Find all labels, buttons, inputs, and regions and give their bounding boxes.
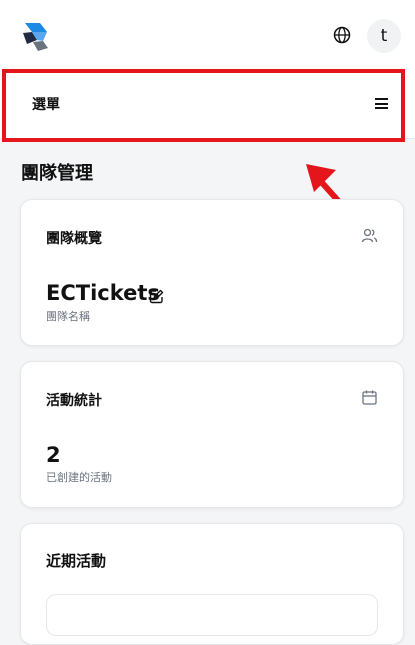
user-avatar[interactable]: t bbox=[367, 19, 401, 53]
page-title: 團隊管理 bbox=[21, 163, 93, 184]
activity-stats-title: 活動統計 bbox=[46, 393, 102, 409]
top-bar: t bbox=[0, 0, 415, 70]
edit-icon[interactable] bbox=[149, 289, 164, 304]
avatar-initial: t bbox=[380, 26, 388, 46]
team-name-label: 團隊名稱 bbox=[46, 310, 90, 323]
users-icon bbox=[361, 227, 378, 244]
menu-label: 選單 bbox=[32, 97, 60, 113]
recent-events-card: 近期活動 bbox=[20, 523, 404, 645]
team-overview-card: 團隊概覽 ECTickets 團隊名稱 bbox=[20, 199, 404, 346]
activity-count: 2 bbox=[46, 443, 61, 467]
recent-events-title: 近期活動 bbox=[46, 552, 107, 570]
activity-stats-card: 活動統計 2 已創建的活動 bbox=[20, 361, 404, 508]
activity-count-label: 已創建的活動 bbox=[46, 471, 112, 484]
team-name: ECTickets bbox=[46, 281, 160, 305]
event-item[interactable] bbox=[46, 594, 378, 636]
language-button[interactable] bbox=[333, 26, 351, 44]
menu-bar[interactable]: 選單 bbox=[0, 70, 415, 139]
globe-icon bbox=[333, 26, 351, 44]
app-logo[interactable] bbox=[21, 20, 51, 52]
team-overview-title: 團隊概覽 bbox=[46, 231, 102, 247]
ecticket-logo-icon bbox=[23, 23, 48, 51]
calendar-icon bbox=[361, 389, 378, 406]
hamburger-menu-icon[interactable] bbox=[375, 98, 388, 109]
